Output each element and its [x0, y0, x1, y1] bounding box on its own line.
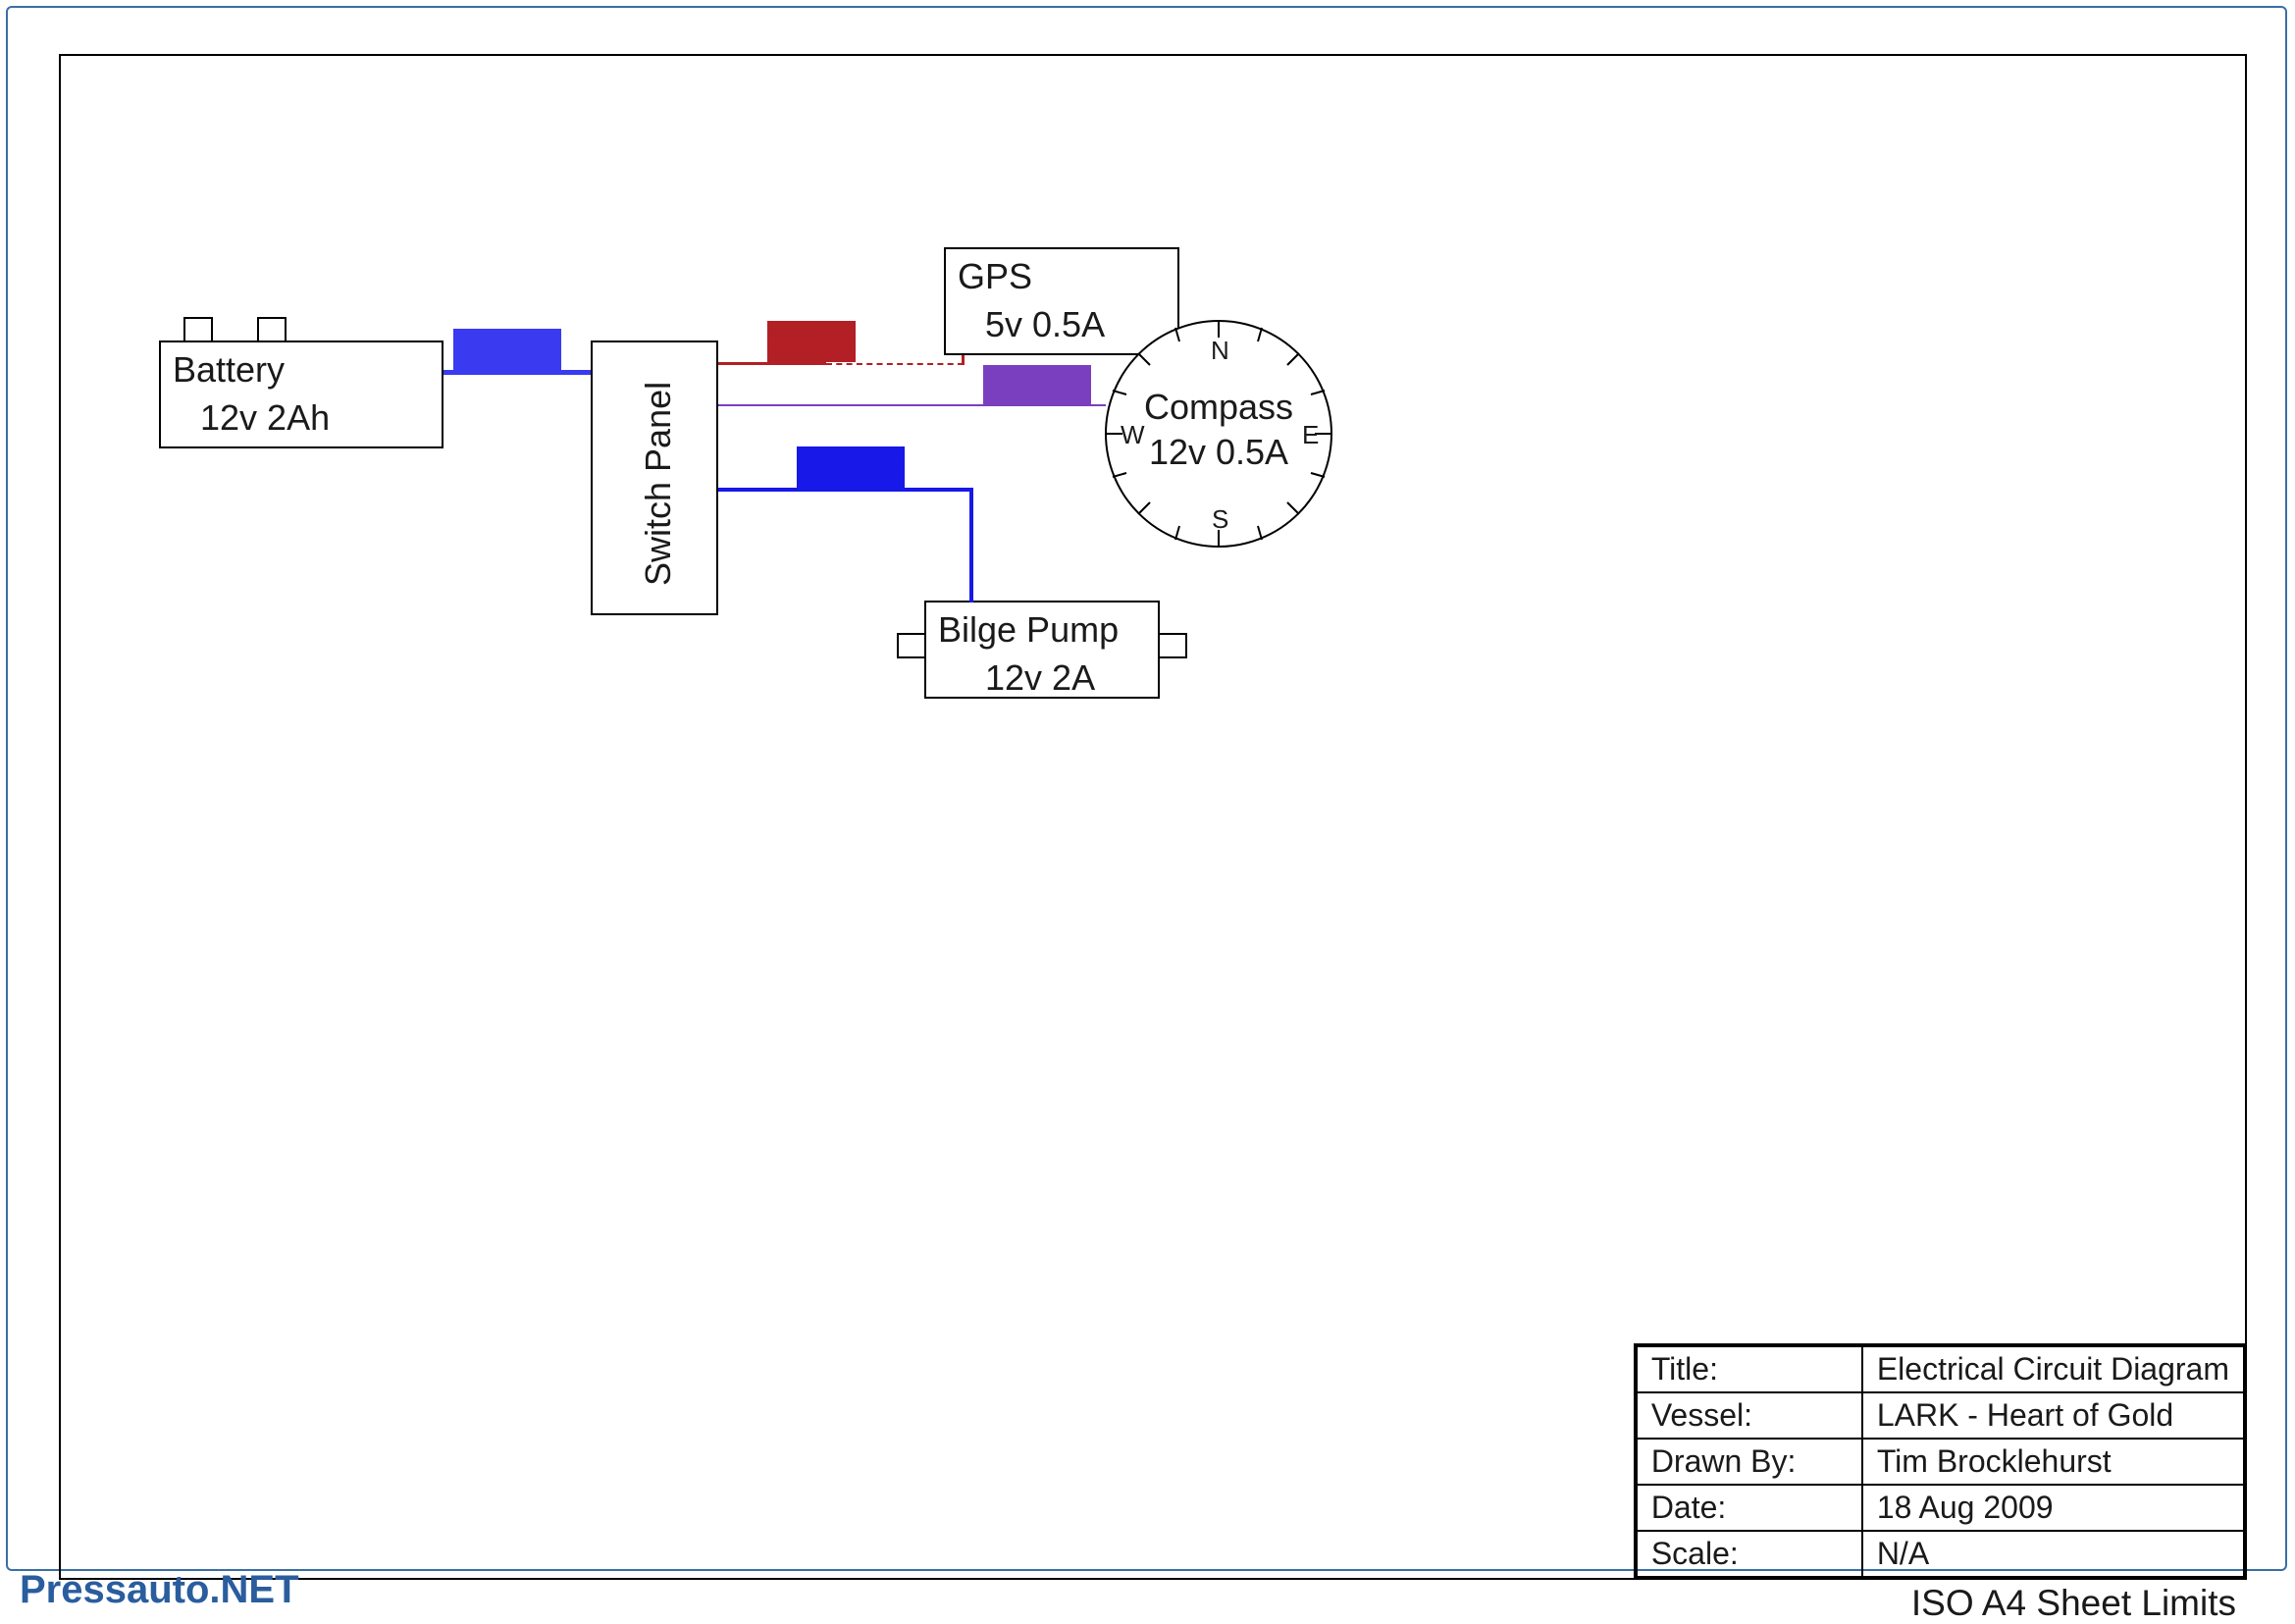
title-key: Drawn By: — [1637, 1439, 1862, 1485]
battery-terminal — [257, 317, 287, 342]
wire-gps-vertical — [962, 355, 965, 365]
title-key: Scale: — [1637, 1531, 1862, 1577]
battery-title: Battery — [161, 342, 442, 396]
battery-terminal — [183, 317, 213, 342]
compass-n: N — [1211, 336, 1229, 366]
title-block: Title:Electrical Circuit Diagram Vessel:… — [1634, 1343, 2245, 1578]
compass-s: S — [1212, 504, 1228, 535]
title-val: LARK - Heart of Gold — [1862, 1392, 2244, 1439]
wire-switch-bilge-h — [718, 488, 973, 492]
compass-title: Compass — [1101, 387, 1336, 428]
battery-block: Battery 12v 2Ah — [159, 341, 443, 448]
wire-label-switch-compass: 1A 12v — [983, 365, 1091, 406]
compass-block: N E S W Compass 12v 0.5A — [1101, 316, 1336, 551]
bilge-pump-block: Bilge Pump 12v 2A — [924, 601, 1160, 699]
switch-panel-title: Switch Panel — [638, 382, 679, 586]
wire-switch-gps — [718, 362, 826, 365]
sheet-limits-label: ISO A4 Sheet Limits — [1911, 1583, 2236, 1624]
bilge-terminal — [897, 633, 926, 658]
compass-rating: 12v 0.5A — [1101, 432, 1336, 473]
gps-title: GPS — [946, 249, 1177, 303]
title-val: Electrical Circuit Diagram — [1862, 1346, 2244, 1392]
wire-switch-gps-dashed — [826, 363, 964, 365]
title-key: Title: — [1637, 1346, 1862, 1392]
wire-switch-bilge-v — [969, 488, 973, 602]
watermark: Pressauto.NET — [20, 1568, 299, 1612]
bilge-terminal — [1158, 633, 1187, 658]
bilge-rating: 12v 2A — [926, 656, 1158, 705]
title-val: 18 Aug 2009 — [1862, 1485, 2244, 1531]
title-row: Vessel:LARK - Heart of Gold — [1637, 1392, 2244, 1439]
title-row: Scale:N/A — [1637, 1531, 2244, 1577]
title-val: Tim Brocklehurst — [1862, 1439, 2244, 1485]
bilge-title: Bilge Pump — [926, 602, 1158, 656]
wire-label-switch-gps: 1A 5v — [767, 321, 856, 362]
switch-panel-block: Switch Panel — [591, 341, 718, 615]
wire-label-battery-switch: 5A 12v — [453, 329, 561, 370]
sheet-frame: Battery 12v 2Ah Switch Panel GPS 5v 0.5A — [59, 54, 2247, 1580]
wire-label-switch-bilge: 3A 12v — [797, 446, 905, 488]
title-key: Date: — [1637, 1485, 1862, 1531]
title-val: N/A — [1862, 1531, 2244, 1577]
battery-rating: 12v 2Ah — [161, 396, 442, 445]
title-key: Vessel: — [1637, 1392, 1862, 1439]
title-row: Title:Electrical Circuit Diagram — [1637, 1346, 2244, 1392]
title-row: Date:18 Aug 2009 — [1637, 1485, 2244, 1531]
wire-battery-switch — [443, 370, 591, 375]
title-row: Drawn By:Tim Brocklehurst — [1637, 1439, 2244, 1485]
